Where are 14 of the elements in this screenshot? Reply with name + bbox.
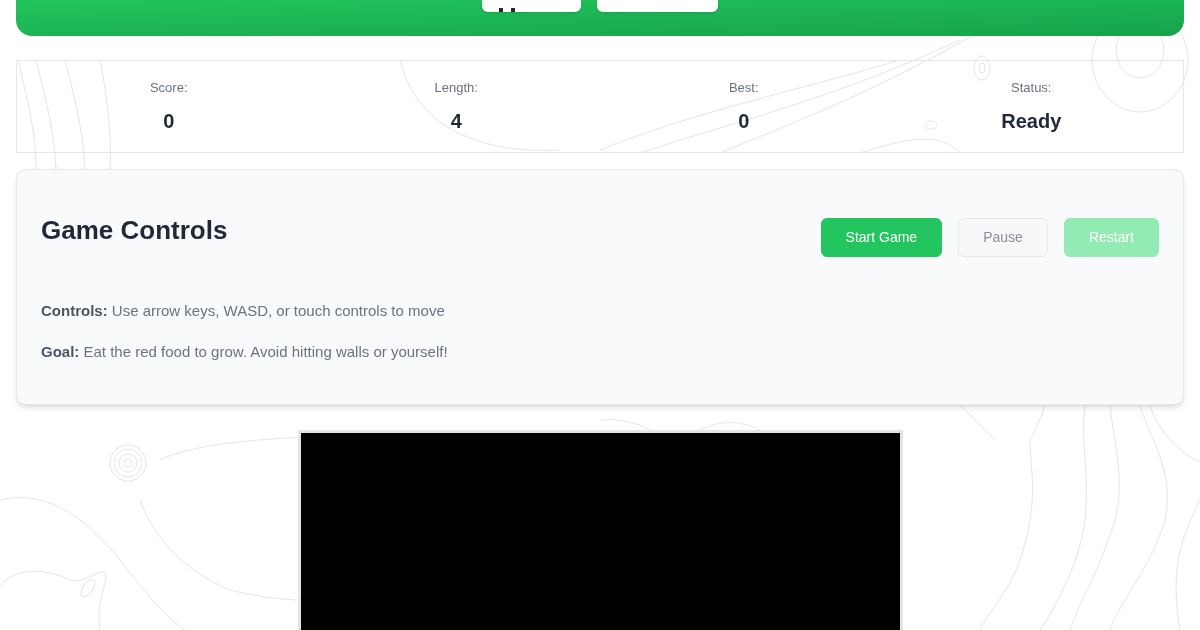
stat-value: 4 — [450, 109, 462, 134]
stat-label: Best: — [728, 79, 759, 97]
stat-value: 0 — [738, 109, 750, 134]
instruction-text: Controls: Use arrow keys, WASD, or touch controls to move — [41, 301, 445, 321]
stat-label: Status: — [1011, 79, 1052, 97]
stat-label: Length: — [434, 79, 478, 97]
stat-value: 0 — [163, 109, 175, 134]
stat-label: Score: — [149, 79, 188, 97]
panel-title: Game Controls — [41, 214, 228, 247]
action-button[interactable]: Start Game — [820, 218, 943, 257]
glyph-fragment-icon — [499, 8, 515, 12]
stat-value: Ready — [1001, 109, 1062, 134]
instruction-text: Goal: Eat the red food to grow. Avoid hitting walls or yourself! — [41, 342, 448, 362]
header-button[interactable] — [482, 0, 581, 12]
